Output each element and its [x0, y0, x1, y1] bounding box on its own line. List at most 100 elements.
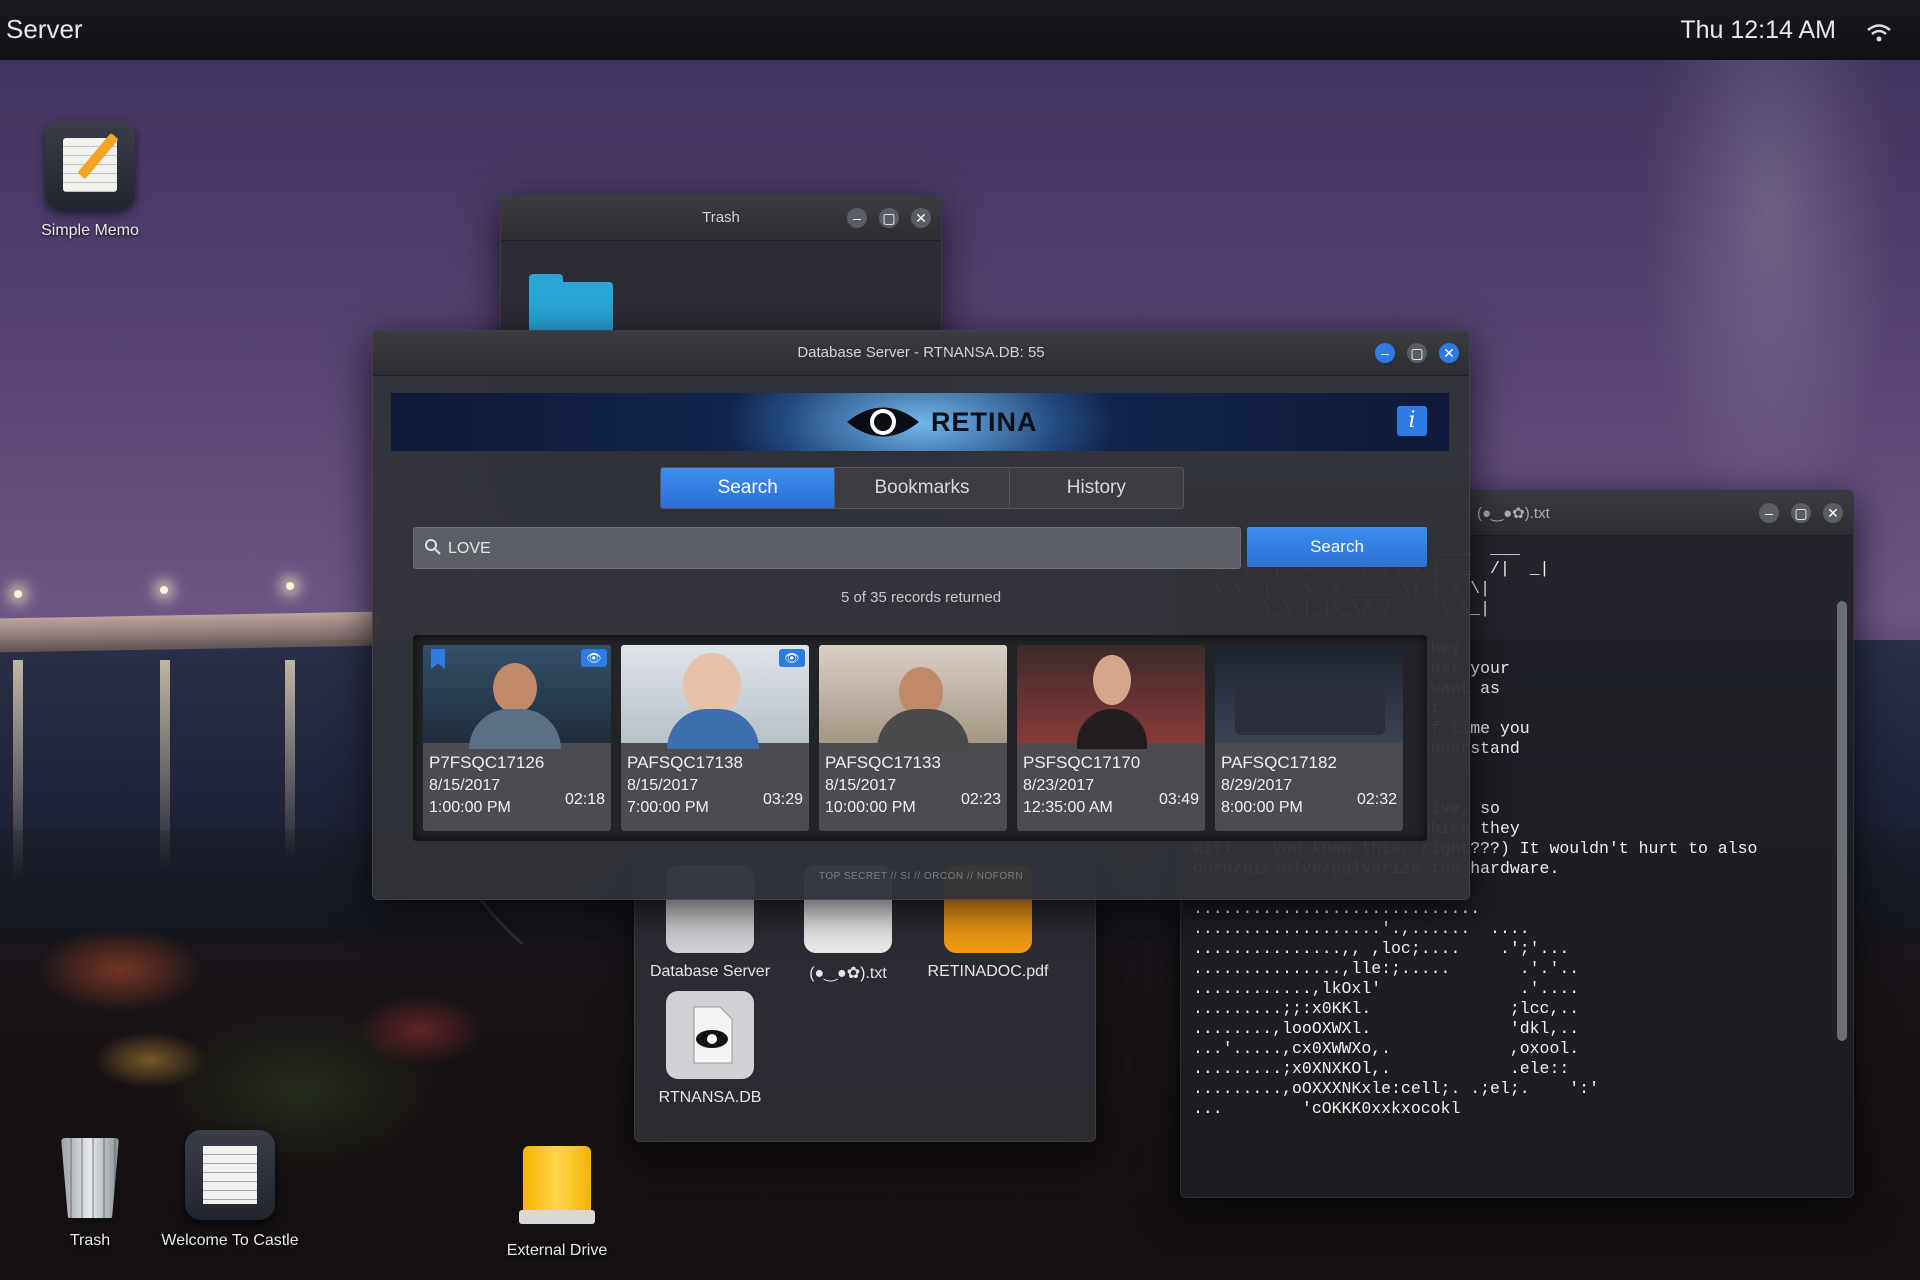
record-time: 7:00:00 PM — [627, 799, 709, 816]
maximize-icon: ▢ — [1794, 505, 1808, 521]
record-time: 12:35:00 AM — [1023, 799, 1113, 816]
scrollbar[interactable] — [1837, 601, 1847, 1041]
trash-window-title: Trash — [702, 209, 740, 226]
record-time: 10:00:00 PM — [825, 799, 916, 816]
viewed-eye-icon[interactable]: 👁 — [779, 649, 805, 667]
text-line: .........;x0XNXKOl,. .ele:: — [1193, 1059, 1570, 1078]
result-card[interactable]: 👁 P7FSQC17126 8/15/2017 1:00:00 PM 02:18 — [423, 645, 611, 831]
document-icon — [185, 1130, 275, 1220]
search-button[interactable]: Search — [1247, 527, 1427, 567]
tab-bar: Search Bookmarks History — [660, 467, 1184, 509]
text-line: ............,lkOxl' .'.... — [1193, 979, 1580, 998]
text-line: .........,oOXXXNKxle:cell;. .;el;. ':' — [1193, 1079, 1599, 1098]
brand-name: RETINA — [931, 407, 1038, 437]
record-code: PAFSQC17182 — [1221, 753, 1337, 772]
database-window-title: Database Server - RTNANSA.DB: 55 — [797, 344, 1045, 361]
wifi-icon[interactable] — [1866, 22, 1892, 44]
record-date: 8/15/2017 — [825, 777, 897, 794]
search-icon — [425, 539, 441, 555]
eye-logo-icon — [847, 407, 919, 437]
minimize-button[interactable]: – — [1375, 343, 1395, 363]
desktop-icon-simple-memo[interactable]: Simple Memo — [5, 120, 175, 240]
result-card[interactable]: PAFSQC17182 8/29/2017 8:00:00 PM 02:32 — [1215, 645, 1403, 831]
results-strip: 👁 P7FSQC17126 8/15/2017 1:00:00 PM 02:18… — [413, 635, 1427, 841]
desktop-icon-welcome[interactable]: Welcome To Castle — [145, 1130, 315, 1250]
search-input[interactable] — [446, 528, 1230, 570]
wallpaper-lamp — [160, 586, 168, 594]
record-time: 8:00:00 PM — [1221, 799, 1303, 816]
video-thumbnail — [1215, 645, 1403, 743]
maximize-button[interactable]: ▢ — [1407, 343, 1427, 363]
text-line: ...............,, ,loc;.... .';'... — [1193, 939, 1570, 958]
close-icon: ✕ — [1827, 505, 1839, 521]
record-date: 8/29/2017 — [1221, 777, 1293, 794]
database-server-window[interactable]: Database Server - RTNANSA.DB: 55 – ▢ ✕ R… — [372, 330, 1470, 900]
maximize-icon: ▢ — [882, 210, 896, 226]
record-code: P7FSQC17126 — [429, 753, 545, 772]
external-drive-icon — [517, 1140, 597, 1230]
result-card[interactable]: 👁 PAFSQC17138 8/15/2017 7:00:00 PM 03:29 — [621, 645, 809, 831]
minimize-icon: – — [1381, 345, 1389, 361]
desktop-icon-label: External Drive — [506, 1242, 608, 1259]
record-code: PAFSQC17138 — [627, 753, 743, 772]
file-label: RTNANSA.DB — [658, 1089, 762, 1106]
text-line: .........;;:x0KKl. ;lcc,.. — [1193, 999, 1580, 1018]
result-card[interactable]: PAFSQC17133 8/15/2017 10:00:00 PM 02:23 — [819, 645, 1007, 831]
minimize-button[interactable]: – — [847, 208, 867, 228]
text-line: ........,looOXWXl. 'dkl,.. — [1193, 1019, 1580, 1038]
close-button[interactable]: ✕ — [1439, 343, 1459, 363]
tab-search[interactable]: Search — [661, 468, 836, 508]
close-icon: ✕ — [1443, 345, 1455, 361]
retina-banner: RETINA i — [391, 393, 1449, 451]
text-line: ............................. — [1193, 899, 1481, 918]
minimize-icon: – — [1765, 505, 1773, 521]
close-button[interactable]: ✕ — [1823, 503, 1843, 523]
maximize-button[interactable]: ▢ — [879, 208, 899, 228]
search-box[interactable] — [413, 527, 1241, 570]
result-card[interactable]: PSFSQC17170 8/23/2017 12:35:00 AM 03:49 — [1017, 645, 1205, 831]
tab-bookmarks[interactable]: Bookmarks — [835, 468, 1010, 508]
minimize-icon: – — [853, 210, 861, 226]
record-duration: 03:49 — [1158, 791, 1199, 808]
folder-icon[interactable] — [529, 274, 613, 334]
video-thumbnail — [1017, 645, 1205, 749]
trash-window-titlebar[interactable]: Trash – ▢ ✕ — [501, 196, 941, 241]
memo-icon — [45, 120, 135, 210]
wallpaper-bridge — [0, 611, 380, 653]
top-bar: Server Thu 12:14 AM — [0, 0, 1920, 60]
viewed-eye-icon[interactable]: 👁 — [581, 649, 607, 667]
record-date: 8/15/2017 — [429, 777, 501, 794]
record-date: 8/23/2017 — [1023, 777, 1095, 794]
record-duration: 02:23 — [960, 791, 1001, 808]
text-line: ...................'.,...... .... — [1193, 919, 1530, 938]
desktop-icon-label: Simple Memo — [41, 222, 139, 239]
desktop-icon-external-drive[interactable]: External Drive — [472, 1140, 642, 1260]
video-thumbnail — [819, 645, 1007, 749]
record-duration: 02:32 — [1356, 791, 1397, 808]
maximize-button[interactable]: ▢ — [1791, 503, 1811, 523]
close-button[interactable]: ✕ — [911, 208, 931, 228]
record-time: 1:00:00 PM — [429, 799, 511, 816]
minimize-button[interactable]: – — [1759, 503, 1779, 523]
record-duration: 03:29 — [762, 791, 803, 808]
tab-history[interactable]: History — [1010, 468, 1183, 508]
close-icon: ✕ — [915, 210, 927, 226]
maximize-icon: ▢ — [1410, 345, 1424, 361]
record-code: PAFSQC17133 — [825, 753, 941, 772]
classification-footer: TOP SECRET // SI // ORCON // NOFORN — [818, 871, 1024, 882]
info-button[interactable]: i — [1397, 406, 1427, 436]
desktop-icon-label: Welcome To Castle — [161, 1232, 299, 1249]
record-duration: 02:18 — [564, 791, 605, 808]
wallpaper-lamp — [286, 582, 294, 590]
top-bar-title: Server — [6, 14, 83, 44]
text-line: ...'.....,cx0XWWXo,. ,oxool. — [1193, 1039, 1580, 1058]
record-date: 8/15/2017 — [627, 777, 699, 794]
text-line: ...............,lle:;..... .'.'.. — [1193, 959, 1580, 978]
text-line: ... 'cOKKK0xxkxocokl — [1193, 1099, 1461, 1118]
clock[interactable]: Thu 12:14 AM — [1680, 16, 1836, 45]
records-count: 5 of 35 records returned — [840, 589, 1002, 606]
trash-can-icon — [55, 1130, 125, 1220]
wallpaper-lamp — [14, 590, 22, 598]
record-code: PSFSQC17170 — [1023, 753, 1141, 772]
database-window-titlebar[interactable]: Database Server - RTNANSA.DB: 55 – ▢ ✕ — [373, 331, 1469, 376]
